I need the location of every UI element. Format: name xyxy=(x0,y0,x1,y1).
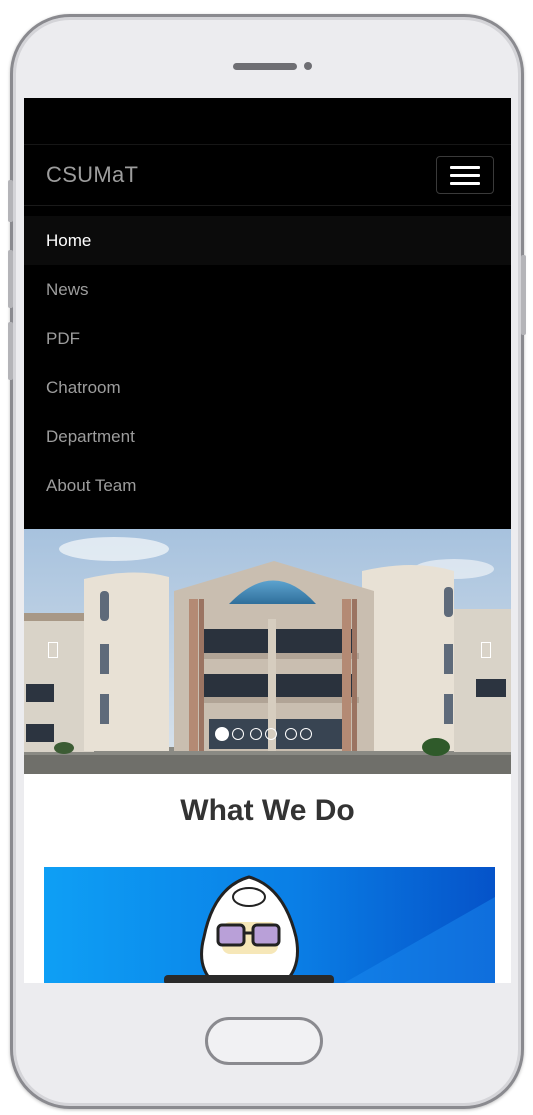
carousel-indicators xyxy=(215,727,312,741)
section-title: What We Do xyxy=(180,794,355,827)
nav-item-pdf[interactable]: PDF xyxy=(24,314,511,363)
carousel-next-arrow-icon[interactable] xyxy=(481,642,491,658)
carousel-indicator-5[interactable] xyxy=(285,728,297,740)
nav-item-news[interactable]: News xyxy=(24,265,511,314)
nav-item-home[interactable]: Home xyxy=(24,216,511,265)
status-bar xyxy=(24,98,511,145)
nav-item-about-team[interactable]: About Team xyxy=(24,461,511,510)
carousel-indicator-3[interactable] xyxy=(250,728,262,740)
hamburger-icon-bar xyxy=(450,173,480,177)
navbar: CSUMaT xyxy=(24,145,511,206)
nav-item-chatroom[interactable]: Chatroom xyxy=(24,363,511,412)
brand-link[interactable]: CSUMaT xyxy=(46,162,138,188)
home-button[interactable] xyxy=(205,1017,323,1065)
power-button xyxy=(521,255,526,335)
volume-down-button xyxy=(8,322,13,380)
earpiece-speaker xyxy=(233,63,297,70)
carousel-indicator-6[interactable] xyxy=(300,728,312,740)
carousel-indicator-2[interactable] xyxy=(232,728,244,740)
carousel-indicator-4[interactable] xyxy=(265,728,277,740)
menu-toggle-button[interactable] xyxy=(436,156,494,194)
front-camera xyxy=(304,62,312,70)
feature-image xyxy=(44,867,495,983)
hamburger-icon-bar xyxy=(450,181,480,185)
volume-up-button xyxy=(8,250,13,308)
image-carousel xyxy=(24,529,511,774)
carousel-prev-arrow-icon[interactable] xyxy=(48,642,58,658)
main-content: What We Do xyxy=(24,774,511,983)
developer-mascot-illustration xyxy=(44,867,495,983)
phone-screen: CSUMaT Home News PDF Chatroom Department… xyxy=(24,98,511,983)
mute-switch xyxy=(8,180,13,222)
nav-menu: Home News PDF Chatroom Department About … xyxy=(24,206,511,522)
nav-item-department[interactable]: Department xyxy=(24,412,511,461)
hamburger-icon-bar xyxy=(450,165,480,169)
carousel-indicator-1[interactable] xyxy=(215,727,229,741)
